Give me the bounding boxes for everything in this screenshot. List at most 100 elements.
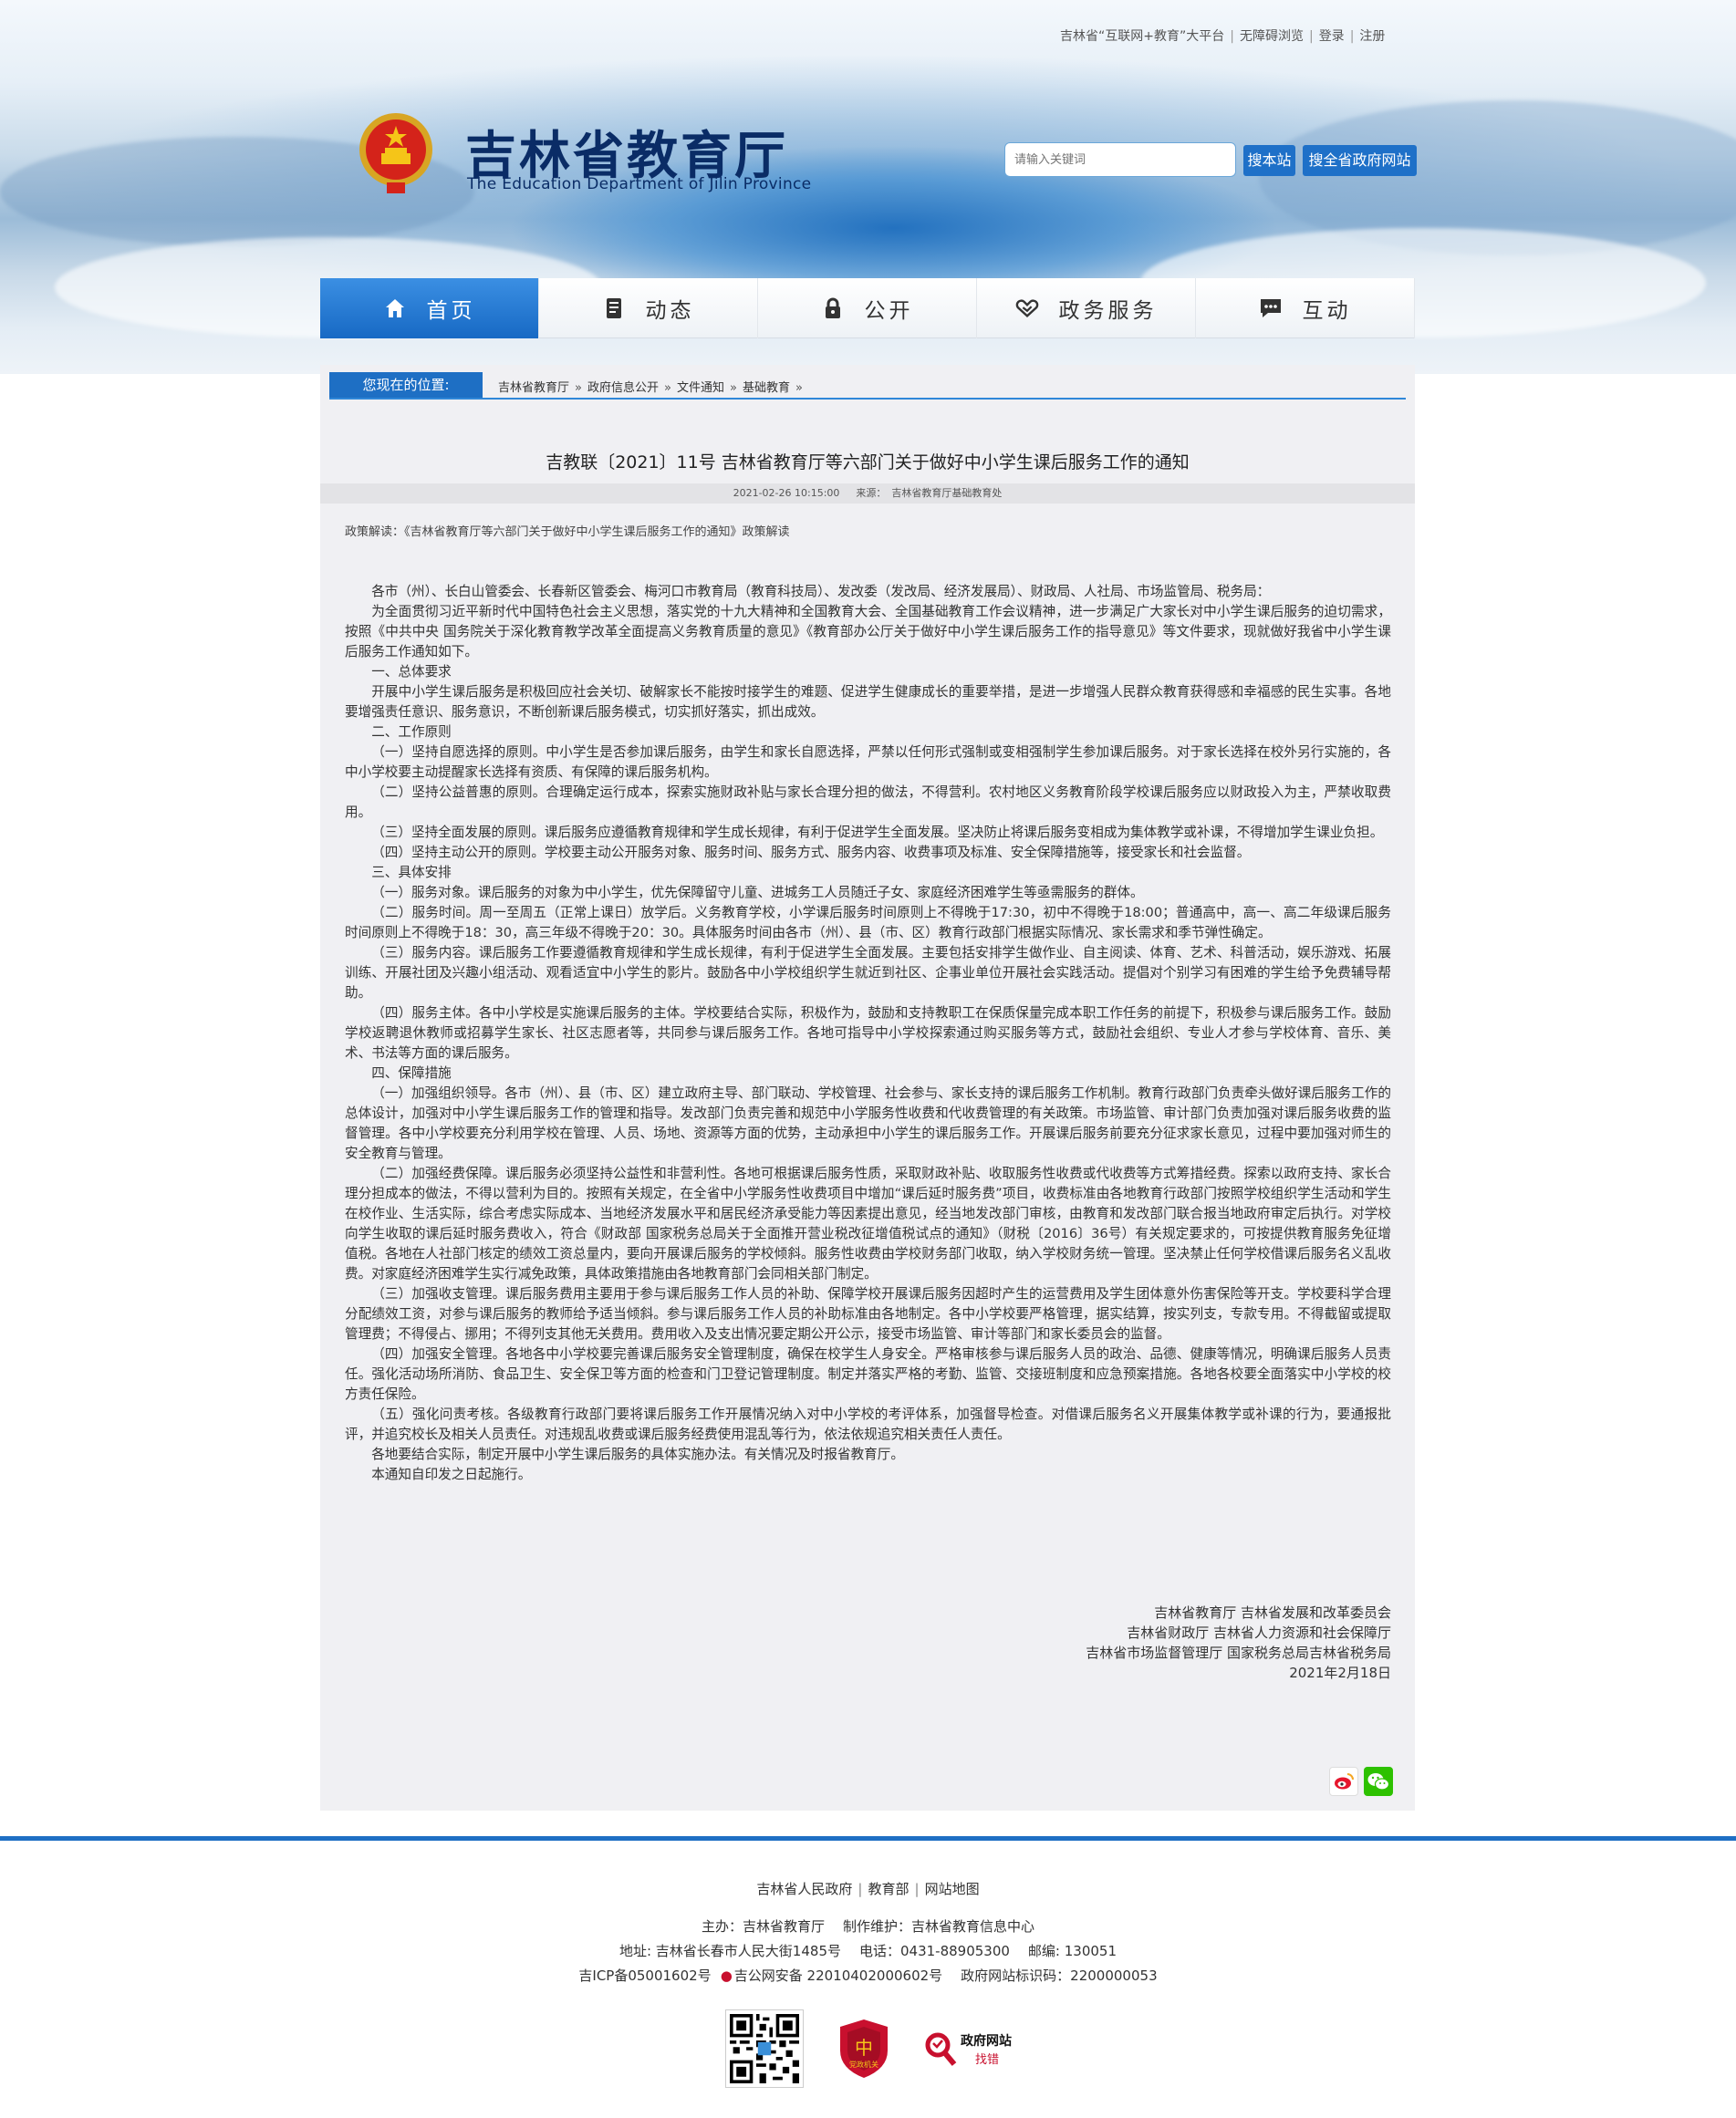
article-paragraph: （二）加强经费保障。课后服务必须坚持公益性和非营利性。各地可根据课后服务性质，采… [345, 1166, 1391, 1282]
footer-maintainer: 制作维护：吉林省教育信息中心 [843, 1918, 1035, 1935]
footer-site-code: 政府网站标识码：2200000053 [961, 1967, 1158, 1984]
breadcrumb-item[interactable]: 基础教育 [743, 381, 790, 395]
search-input[interactable] [1004, 142, 1236, 177]
search-gov-button[interactable]: 搜全省政府网站 [1303, 145, 1417, 176]
footer-link-sitemap[interactable]: 网站地图 [925, 1881, 980, 1897]
article-paragraph: 各地要结合实际，制定开展中小学生课后服务的具体实施办法。有关情况及时报省教育厅。 [371, 1447, 904, 1462]
nav-label: 公开 [864, 299, 914, 323]
signature-line: 吉林省财政厅 吉林省人力资源和社会保障厅 [1127, 1625, 1391, 1641]
nav-item-services[interactable]: 政务服务 [977, 278, 1196, 338]
main-content: 您现在的位置: 吉林省教育厅 » 政府信息公开 » 文件通知 » 基础教育 » 吉教联〔202… [320, 365, 1415, 1811]
nav-label: 首页 [426, 299, 476, 323]
share-bar [1329, 1767, 1393, 1796]
footer-address: 地址: 吉林省长春市人民大街1485号 [619, 1943, 841, 1959]
policy-interpretation: 政策解读：《吉林省教育厅等六部门关于做好中小学生课后服务工作的通知》政策解读 [345, 522, 790, 539]
breadcrumb: 您现在的位置: 吉林省教育厅 » 政府信息公开 » 文件通知 » 基础教育 » [329, 370, 1406, 400]
article-paragraph: 二、工作原则 [371, 724, 452, 740]
footer-postcode: 邮编: 130051 [1027, 1943, 1117, 1959]
footer-links: 吉林省人民政府 | 教育部 | 网站地图 [756, 1881, 980, 1897]
article-title: 吉教联〔2021〕11号 吉林省教育厅等六部门关于做好中小学生课后服务工作的通知 [546, 452, 1190, 472]
breadcrumb-items: 吉林省教育厅 » 政府信息公开 » 文件通知 » 基础教育 » [498, 378, 808, 395]
party-gov-label: 党政机关 [849, 2061, 878, 2069]
chevron-right-icon: » [575, 381, 582, 395]
policy-label: 政策解读： [345, 525, 405, 539]
article-paragraph: （四）加强安全管理。各地各中小学校要完善课后服务安全管理制度，确保在校学生人身安… [345, 1346, 1391, 1402]
article-paragraph: （五）强化问责考核。各级教育行政部门要将课后服务工作开展情况纳入对中小学校的考评… [345, 1407, 1391, 1442]
article-body: 各市（州）、长白山管委会、长春新区管委会、梅河口市教育局（教育科技局）、发改委（… [345, 582, 1391, 1485]
nav-item-news[interactable]: 动态 [539, 278, 758, 338]
footer-host-row: 主办：吉林省教育厅 制作维护：吉林省教育信息中心 [0, 1916, 1736, 1936]
wechat-icon[interactable] [1364, 1767, 1393, 1796]
article-paragraph: （二）服务时间。周一至周五（正常上课日）放学后。义务教育学校，小学课后服务时间原… [345, 905, 1391, 940]
signature-line: 吉林省市场监督管理厅 国家税务总局吉林省税务局 [1086, 1645, 1391, 1661]
top-link-platform[interactable]: 吉林省“互联网+教育”大平台 [1060, 26, 1224, 45]
nav-item-public[interactable]: 公开 [758, 278, 977, 338]
top-links: 吉林省“互联网+教育”大平台 | 无障碍浏览 | 登录 | 注册 [1060, 26, 1398, 45]
chevron-right-icon: » [729, 381, 737, 395]
national-emblem-logo [356, 111, 436, 195]
article-paragraph: 四、保障措施 [371, 1065, 452, 1081]
article-date: 2021-02-26 10:15:00 [733, 487, 840, 499]
top-link-login[interactable]: 登录 [1319, 26, 1345, 45]
police-badge-icon: ● [720, 1967, 733, 1984]
top-link-accessibility[interactable]: 无障碍浏览 [1240, 26, 1304, 45]
article-source: 吉林省教育厅基础教育处 [891, 487, 1003, 499]
article-signatures: 吉林省教育厅 吉林省发展和改革委员会 吉林省财政厅 吉林省人力资源和社会保障厅 … [1086, 1603, 1391, 1683]
article-paragraph: （二）坚持公益普惠的原则。合理确定运行成本，探索实施财政补贴与家长合理分担的做法… [345, 784, 1391, 820]
party-gov-badge[interactable]: 中 党政机关 [837, 2018, 891, 2080]
signature-line: 吉林省教育厅 吉林省发展和改革委员会 [1154, 1604, 1391, 1621]
main-nav: 首页 动态 公开 政务服务 互动 [320, 278, 1415, 338]
gov-site-error-badge[interactable]: 政府网站 找错 [924, 2030, 1012, 2067]
article-paragraph: （一）加强组织领导。各市（州）、县（市、区）建立政府主导、部门联动、学校管理、社… [345, 1085, 1391, 1161]
signature-date: 2021年2月18日 [1289, 1665, 1391, 1681]
footer-phone: 电话：0431-88905300 [858, 1943, 1010, 1959]
site-subtitle: The Education Department of Jilin Provin… [467, 175, 812, 193]
article-paragraph: （三）坚持全面发展的原则。课后服务应遵循教育规律和学生成长规律，有利于促进学生全… [371, 825, 1384, 840]
footer-contact-row: 地址: 吉林省长春市人民大街1485号 电话：0431-88905300 邮编: 1… [0, 1941, 1736, 1960]
article-paragraph: 开展中小学生课后服务是积极回应社会关切、破解家长不能按时接学生的难题、促进学生健… [345, 684, 1391, 720]
article-paragraph: （一）坚持自愿选择的原则。中小学生是否参加课后服务，由学生和家长自愿选择，严禁以… [345, 744, 1391, 780]
nav-label: 互动 [1302, 299, 1352, 323]
footer-link-moe[interactable]: 教育部 [868, 1881, 909, 1897]
lock-icon [821, 296, 845, 320]
breadcrumb-item[interactable]: 吉林省教育厅 [498, 381, 569, 395]
breadcrumb-item[interactable]: 文件通知 [677, 381, 724, 395]
footer-record-row: 吉ICP备05001602号 ● 吉公网安备 22010402000602号 政府网站… [0, 1966, 1736, 1985]
article-meta: 2021-02-26 10:15:00 来源： 吉林省教育厅基础教育处 [320, 483, 1415, 504]
magnifier-icon [925, 2032, 957, 2066]
chevron-right-icon: » [795, 381, 803, 395]
nav-item-interact[interactable]: 互动 [1196, 278, 1415, 338]
article-paragraph: 一、总体要求 [371, 664, 452, 680]
nav-label: 政务服务 [1058, 299, 1158, 323]
article-paragraph: 各市（州）、长白山管委会、长春新区管委会、梅河口市教育局（教育科技局）、发改委（… [371, 584, 1271, 599]
home-icon [383, 296, 407, 320]
footer-badges: 中 党政机关 政府网站 找错 [725, 2009, 1012, 2088]
article-paragraph: （四）坚持主动公开的原则。学校要主动公开服务对象、服务时间、服务方式、服务内容、… [371, 845, 1251, 860]
qr-code-icon [725, 2009, 804, 2088]
chevron-right-icon: » [664, 381, 671, 395]
svg-text:中: 中 [855, 2037, 873, 2059]
weibo-icon[interactable] [1329, 1767, 1358, 1796]
policy-link[interactable]: 《吉林省教育厅等六部门关于做好中小学生课后服务工作的通知》政策解读 [404, 525, 790, 539]
article-paragraph: 本通知自印发之日起施行。 [371, 1467, 532, 1482]
top-link-register[interactable]: 注册 [1359, 26, 1385, 45]
article-paragraph: 为全面贯彻习近平新时代中国特色社会主义思想，落实党的十九大精神和全国教育大会、全… [345, 604, 1391, 659]
article-paragraph: 三、具体安排 [371, 865, 452, 880]
article-paragraph: （三）服务内容。课后服务工作要遵循教育规律和学生成长规律，有利于促进学生全面发展… [345, 945, 1391, 1001]
footer-host: 主办：吉林省教育厅 [701, 1918, 825, 1935]
search-site-button[interactable]: 搜本站 [1243, 145, 1295, 176]
gov-site-error-sub: 找错 [975, 2052, 1000, 2067]
article-paragraph: （四）服务主体。各中小学校是实施课后服务的主体。学校要结合实际，积极作为，鼓励和… [345, 1005, 1391, 1061]
footer-link-province-gov[interactable]: 吉林省人民政府 [756, 1881, 852, 1897]
nav-label: 动态 [645, 299, 695, 323]
gov-site-error-label: 政府网站 [961, 2033, 1012, 2049]
footer-icp[interactable]: 吉ICP备05001602号 [578, 1967, 711, 1984]
article-paragraph: （三）加强收支管理。课后服务费用主要用于参与课后服务工作人员的补助、保障学校开展… [345, 1286, 1391, 1342]
handshake-icon [1015, 296, 1039, 320]
news-icon [602, 296, 626, 320]
nav-item-home[interactable]: 首页 [320, 278, 539, 338]
footer-police[interactable]: 吉公网安备 22010402000602号 [734, 1967, 942, 1984]
breadcrumb-label: 您现在的位置: [329, 372, 483, 398]
breadcrumb-item[interactable]: 政府信息公开 [587, 381, 659, 395]
footer: 吉林省人民政府 | 教育部 | 网站地图 主办：吉林省教育厅 制作维护：吉林省教育信息中心… [0, 1841, 1736, 2118]
